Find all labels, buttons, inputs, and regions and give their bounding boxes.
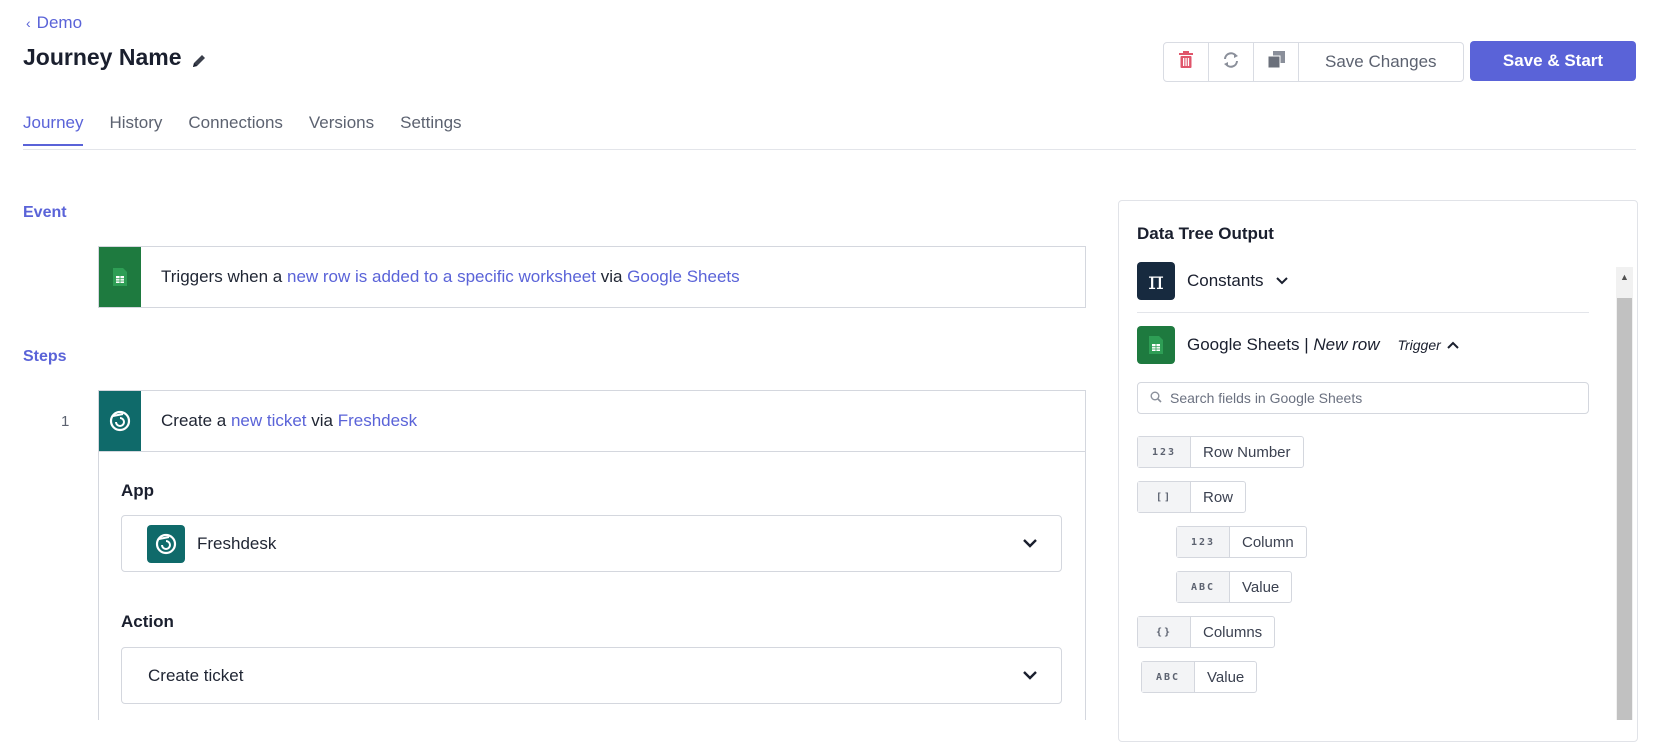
constants-row[interactable]: π Constants: [1137, 262, 1288, 300]
steps-section-label: Steps: [23, 348, 67, 365]
page-title-wrapper: Journey Name: [23, 44, 208, 71]
trigger-badge: Trigger: [1397, 337, 1441, 353]
pi-icon: π: [1137, 262, 1175, 300]
field-chip[interactable]: {} Columns: [1137, 616, 1276, 648]
tab-connections[interactable]: Connections: [188, 113, 283, 146]
trash-icon: [1179, 51, 1193, 73]
field-name: Value: [1207, 668, 1245, 686]
field-chip[interactable]: [] Row: [1137, 481, 1247, 513]
field-name: Value: [1242, 578, 1280, 596]
step-text-via: via: [306, 411, 338, 430]
text-type-icon: ABC: [1142, 662, 1195, 692]
freshdesk-icon: [99, 391, 141, 451]
copy-icon: [1267, 51, 1285, 73]
chevron-down-icon: [1023, 535, 1037, 553]
panel-divider: [1137, 312, 1589, 313]
field-chip[interactable]: ABC Value: [1141, 661, 1258, 693]
refresh-icon: [1222, 51, 1240, 73]
object-type-icon: {}: [1138, 617, 1191, 647]
breadcrumb-back-link[interactable]: ‹ Demo: [26, 13, 82, 33]
constants-label: Constants: [1187, 271, 1264, 290]
field-name: Columns: [1203, 623, 1263, 641]
save-changes-button[interactable]: Save Changes: [1299, 43, 1463, 81]
field-chip[interactable]: ABC Value: [1176, 571, 1293, 603]
step-number: 1: [61, 413, 70, 430]
scrollbar-thumb[interactable]: [1617, 298, 1632, 720]
step-description: Create a new ticket via Freshdesk: [141, 411, 417, 431]
breadcrumb-label: Demo: [36, 13, 83, 32]
chevron-left-icon: ‹: [26, 15, 31, 31]
tab-journey[interactable]: Journey: [23, 113, 84, 146]
freshdesk-icon: [147, 524, 185, 563]
tab-history[interactable]: History: [109, 113, 162, 146]
search-placeholder: Search fields in Google Sheets: [1170, 390, 1363, 406]
chevron-down-icon: [1275, 272, 1288, 290]
chevron-up-icon: [1447, 336, 1459, 354]
app-select[interactable]: Freshdesk: [121, 515, 1062, 572]
app-select-value: Freshdesk: [197, 533, 277, 553]
app-field-label: App: [121, 481, 155, 500]
step-header-card[interactable]: Create a new ticket via Freshdesk: [98, 390, 1086, 452]
field-name: Row Number: [1203, 443, 1291, 461]
scroll-up-arrow-icon[interactable]: ▲: [1616, 267, 1633, 287]
source-separator: |: [1299, 335, 1314, 354]
field-name: Row: [1203, 488, 1234, 506]
number-type-icon: 123: [1177, 527, 1230, 557]
chevron-down-icon: [1023, 667, 1037, 685]
toolbar-button-group: Save Changes: [1163, 42, 1464, 82]
field-chip[interactable]: 123 Column: [1176, 526, 1307, 558]
google-sheets-source-row[interactable]: Google Sheets | New row Trigger: [1137, 326, 1459, 364]
action-select-value: Create ticket: [148, 665, 244, 685]
event-trigger-link[interactable]: new row is added to a specific worksheet: [287, 267, 596, 286]
field-search-input[interactable]: Search fields in Google Sheets: [1137, 382, 1589, 414]
pencil-icon[interactable]: [190, 49, 208, 67]
array-type-icon: []: [1138, 482, 1191, 512]
save-and-start-button[interactable]: Save & Start: [1470, 41, 1636, 81]
source-event-name: New row: [1313, 335, 1380, 354]
refresh-button[interactable]: [1209, 43, 1254, 81]
step-action-link[interactable]: new ticket: [231, 411, 307, 430]
action-field-label: Action: [121, 612, 174, 631]
duplicate-button[interactable]: [1254, 43, 1299, 81]
text-type-icon: ABC: [1177, 572, 1230, 602]
field-chip[interactable]: 123 Row Number: [1137, 436, 1304, 468]
tab-divider: [23, 149, 1636, 150]
event-text-prefix: Triggers when a: [161, 267, 287, 286]
data-tree-title: Data Tree Output: [1137, 224, 1274, 243]
number-type-icon: 123: [1138, 437, 1191, 467]
event-section-label: Event: [23, 204, 67, 221]
step-app-link[interactable]: Freshdesk: [338, 411, 417, 430]
source-label: Google Sheets | New row: [1187, 335, 1379, 355]
search-icon: [1150, 390, 1162, 406]
step-text-prefix: Create a: [161, 411, 231, 430]
tab-settings[interactable]: Settings: [400, 113, 461, 146]
google-sheets-icon: [99, 247, 141, 307]
tab-versions[interactable]: Versions: [309, 113, 374, 146]
event-trigger-card[interactable]: Triggers when a new row is added to a sp…: [98, 246, 1086, 308]
source-app-name: Google Sheets: [1187, 335, 1300, 354]
page-title: Journey Name: [23, 44, 182, 70]
action-select[interactable]: Create ticket: [121, 647, 1062, 704]
delete-button[interactable]: [1164, 43, 1209, 81]
tab-bar: Journey History Connections Versions Set…: [23, 113, 462, 146]
field-name: Column: [1242, 533, 1294, 551]
event-text-via: via: [595, 267, 628, 286]
google-sheets-icon: [1137, 326, 1175, 364]
event-description: Triggers when a new row is added to a sp…: [141, 267, 740, 287]
event-app-link[interactable]: Google Sheets: [627, 267, 739, 286]
